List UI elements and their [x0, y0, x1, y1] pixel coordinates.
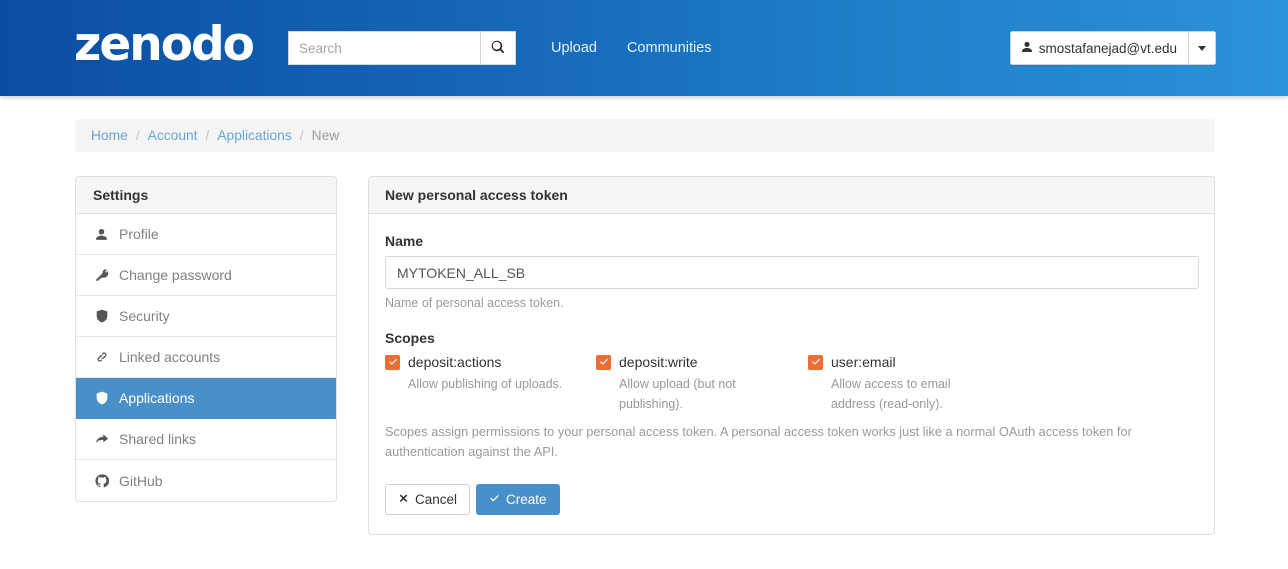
shield-icon: [93, 391, 110, 405]
sidebar-title: Settings: [76, 177, 336, 214]
scope-name: deposit:actions: [408, 354, 502, 370]
github-icon: [93, 473, 110, 488]
breadcrumb-separator: /: [299, 128, 304, 143]
sidebar-item-label: Change password: [119, 267, 232, 283]
settings-sidebar: Settings Profile Change password Securit…: [75, 176, 337, 502]
sidebar-item-shared-links[interactable]: Shared links: [76, 419, 336, 460]
user-icon: [1021, 41, 1033, 56]
nav-link-upload[interactable]: Upload: [551, 38, 597, 58]
breadcrumb-item-home[interactable]: Home: [91, 128, 128, 143]
scopes-note: Scopes assign permissions to your person…: [385, 424, 1132, 459]
user-icon: [93, 228, 110, 241]
sidebar-item-label: Applications: [119, 390, 195, 406]
scope-checkbox-deposit-write[interactable]: [596, 354, 611, 370]
sidebar-item-label: Shared links: [119, 431, 197, 447]
scope-name: user:email: [831, 354, 896, 370]
search-form: [288, 31, 516, 65]
user-email-label: smostafanejad@vt.edu: [1038, 40, 1177, 56]
scope-deposit-actions: deposit:actions Allow publishing of uplo…: [385, 354, 585, 394]
scope-name: deposit:write: [619, 354, 698, 370]
scopes-list: deposit:actions Allow publishing of uplo…: [385, 354, 1198, 418]
sidebar-item-change-password[interactable]: Change password: [76, 255, 336, 296]
scope-user-email: user:email Allow access to email address…: [808, 354, 993, 414]
key-icon: [93, 268, 110, 282]
scope-deposit-write: deposit:write Allow upload (but not publ…: [596, 354, 766, 414]
scope-description: Allow upload (but not publishing).: [619, 377, 736, 411]
panel-title: New personal access token: [369, 177, 1214, 214]
scope-description: Allow access to email address (read-only…: [831, 377, 951, 411]
create-button[interactable]: Create: [476, 484, 560, 515]
breadcrumb-item-new: New: [311, 128, 340, 143]
cancel-button[interactable]: Cancel: [385, 484, 471, 515]
scopes-label: Scopes: [385, 330, 435, 346]
sidebar-item-applications[interactable]: Applications: [76, 378, 336, 419]
breadcrumb-item-account[interactable]: Account: [148, 128, 198, 143]
search-button[interactable]: [480, 31, 516, 65]
caret-down-icon: [1198, 45, 1206, 51]
sidebar-item-security[interactable]: Security: [76, 296, 336, 337]
share-icon: [93, 433, 110, 446]
search-icon: [491, 40, 505, 57]
close-icon: [398, 492, 409, 507]
check-icon: [489, 492, 500, 507]
breadcrumb-item-applications[interactable]: Applications: [217, 128, 291, 143]
user-menu-dropdown-toggle[interactable]: [1188, 31, 1216, 65]
name-field-label: Name: [385, 233, 424, 249]
search-input[interactable]: [288, 31, 480, 65]
new-token-panel: New personal access token Name Name of p…: [368, 176, 1215, 535]
cancel-button-label: Cancel: [415, 492, 458, 507]
sidebar-item-label: Security: [119, 308, 170, 324]
sidebar-item-label: Linked accounts: [119, 349, 221, 365]
create-button-label: Create: [506, 492, 547, 507]
scope-description: Allow publishing of uploads.: [408, 377, 563, 391]
sidebar-item-linked-accounts[interactable]: Linked accounts: [76, 337, 336, 378]
sidebar-item-label: GitHub: [119, 472, 163, 489]
name-field-help: Name of personal access token.: [385, 296, 564, 310]
scope-checkbox-deposit-actions[interactable]: [385, 354, 400, 370]
form-actions: Cancel Create: [385, 484, 1198, 515]
user-menu: smostafanejad@vt.edu: [1009, 31, 1216, 65]
user-account-button[interactable]: smostafanejad@vt.edu: [1009, 31, 1188, 65]
top-navbar: zenodo Upload Communities smostafanejad@…: [0, 0, 1288, 96]
breadcrumb-separator: /: [205, 128, 210, 143]
sidebar-item-github[interactable]: GitHub: [76, 460, 336, 501]
sidebar-item-profile[interactable]: Profile: [76, 214, 336, 255]
scope-checkbox-user-email[interactable]: [808, 354, 823, 370]
breadcrumb: Home / Account / Applications / New: [75, 119, 1215, 152]
panel-body: Name Name of personal access token. Scop…: [369, 214, 1214, 515]
zenodo-logo[interactable]: zenodo: [74, 18, 255, 72]
shield-icon: [93, 309, 110, 323]
breadcrumb-separator: /: [135, 128, 140, 143]
nav-link-communities[interactable]: Communities: [627, 38, 712, 58]
primary-nav: Upload Communities: [551, 38, 712, 58]
link-icon: [93, 350, 110, 364]
token-name-input[interactable]: [385, 256, 1199, 289]
sidebar-item-label: Profile: [119, 226, 159, 242]
